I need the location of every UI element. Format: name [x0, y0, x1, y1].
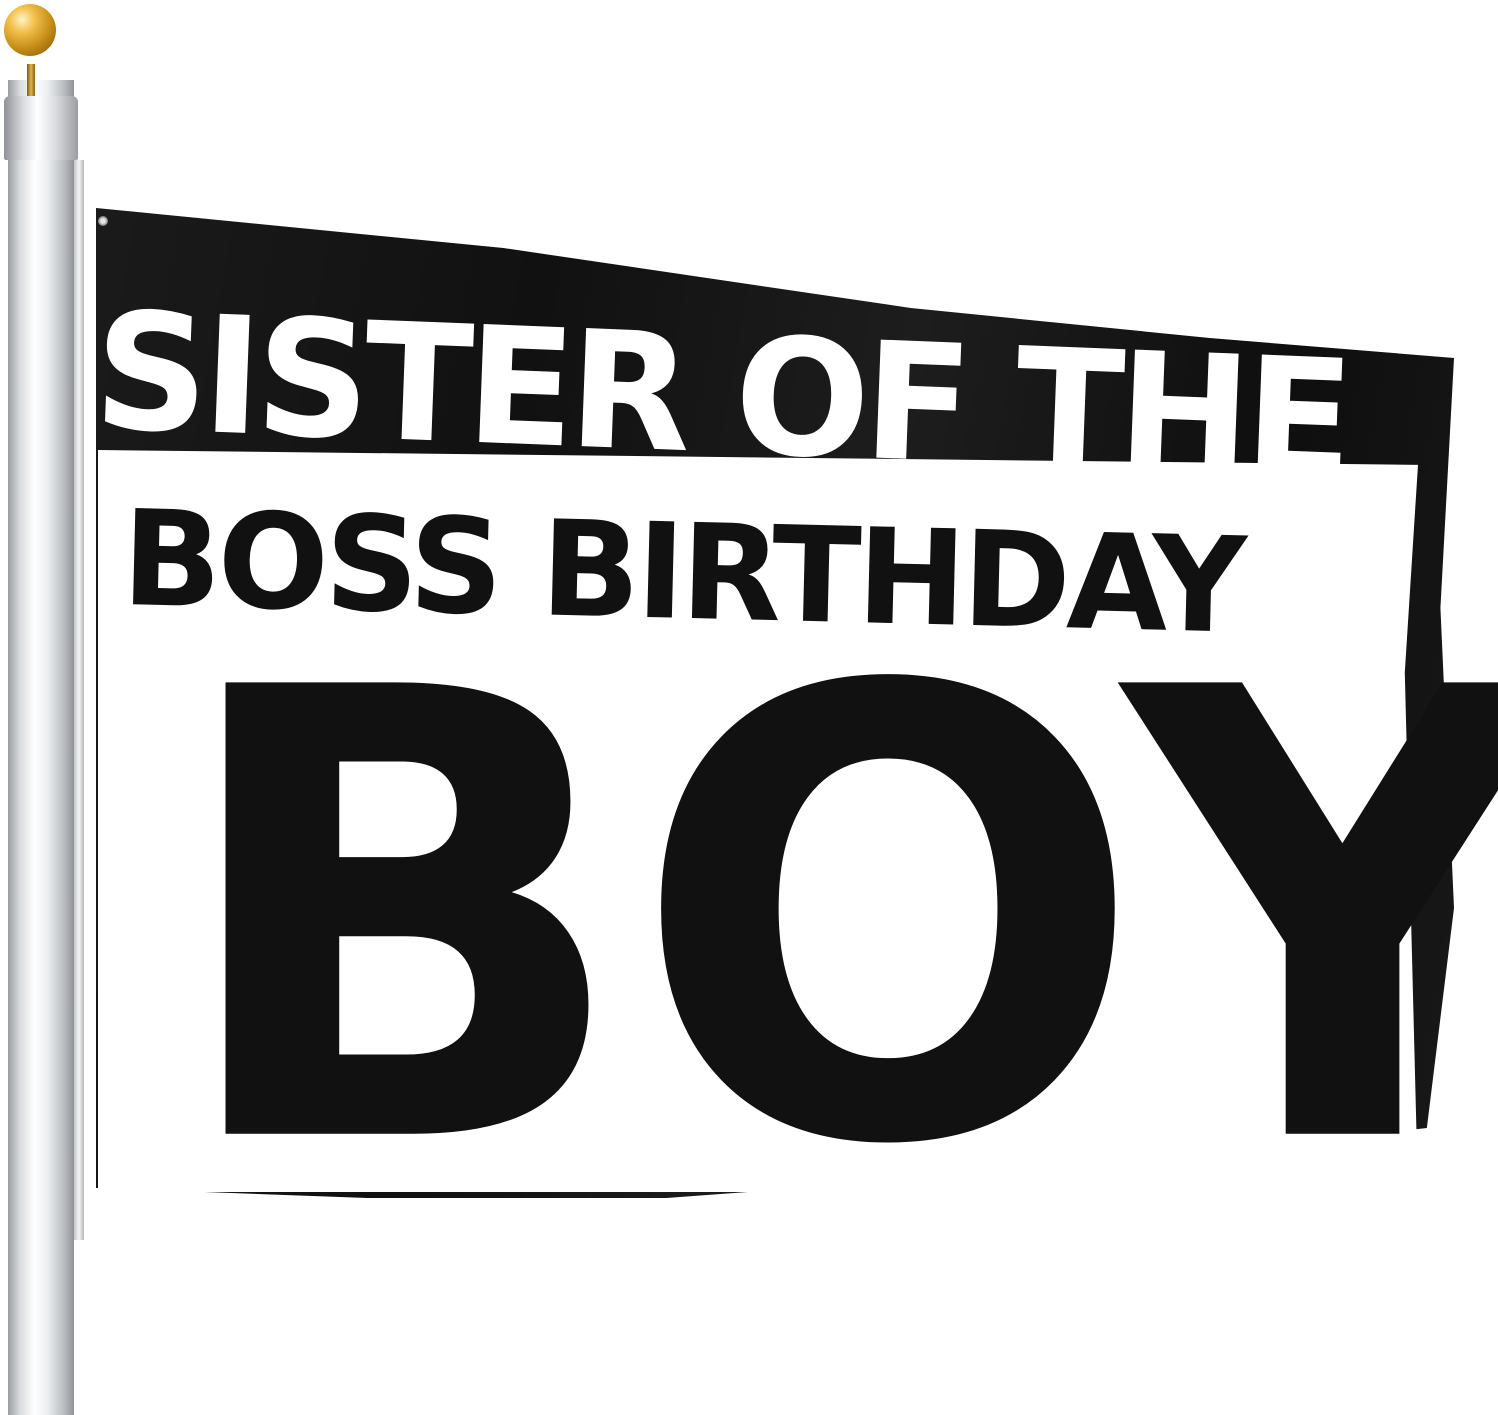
grommet-icon: [98, 216, 108, 226]
product-scene: SISTER OF THE BOSS BIRTHDAY BOY: [0, 0, 1498, 1415]
halyard-rope: [74, 160, 84, 1240]
flag-line-3: BOY: [170, 559, 1498, 1280]
pole-collar: [4, 96, 78, 160]
flag-pole: [8, 80, 74, 1415]
gold-ball-icon: [4, 4, 56, 56]
